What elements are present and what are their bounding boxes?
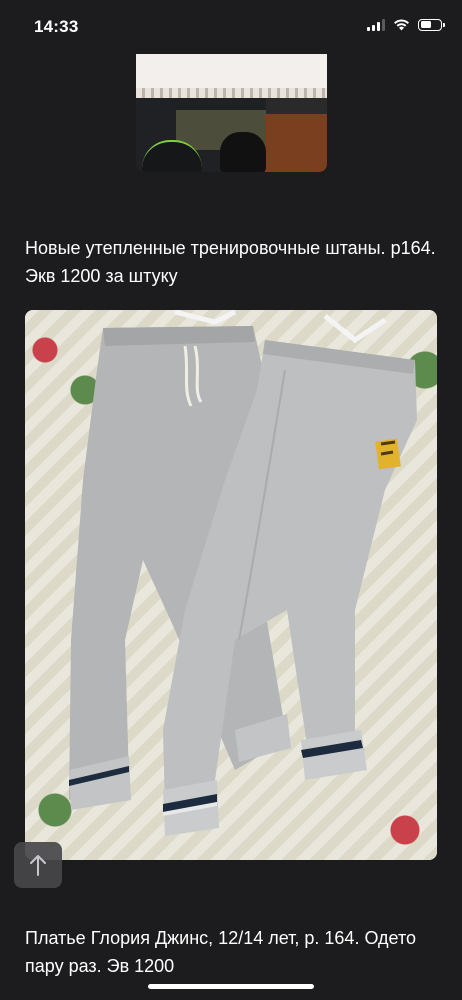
signal-icon xyxy=(367,18,385,31)
sweatpants-image xyxy=(69,310,417,836)
wifi-icon xyxy=(394,19,409,31)
post-photo-sweatpants[interactable] xyxy=(25,310,437,860)
post-caption: Платье Глория Джинс, 12/14 лет, р. 164. … xyxy=(25,928,417,976)
battery-level xyxy=(420,21,431,28)
home-indicator[interactable] xyxy=(148,984,314,989)
status-icons xyxy=(367,18,445,31)
arrow-up-icon xyxy=(30,855,46,876)
post-photo-previous[interactable] xyxy=(136,54,327,172)
battery-icon xyxy=(418,18,445,31)
status-bar: 14:33 xyxy=(0,0,462,54)
back-to-top-button[interactable] xyxy=(14,842,62,888)
post-caption: Новые утепленные тренировочные штаны. р1… xyxy=(25,238,436,286)
status-time: 14:33 xyxy=(34,17,79,36)
